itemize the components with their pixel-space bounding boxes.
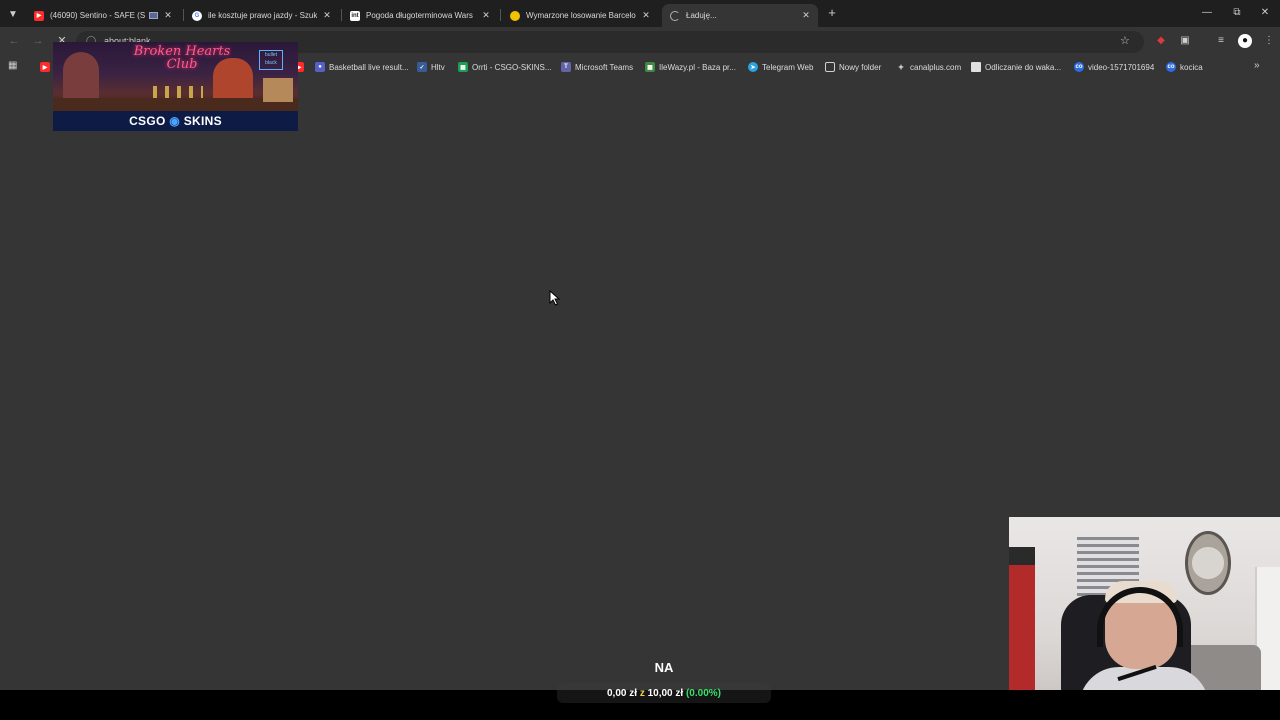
tab-strip: ▼ ▶ (46090) Sentino - SAFE (Silo ✕ G ile… <box>0 0 1280 27</box>
bookmark-label: IleWazy.pl - Baza pr... <box>659 62 736 72</box>
youtube-icon: ▶ <box>34 10 44 21</box>
bookmark-label: Hltv <box>431 62 445 72</box>
weather-icon: int <box>350 10 360 21</box>
bookmark-label: Basketball live result... <box>329 62 409 72</box>
video-icon: co <box>1166 62 1176 72</box>
bookmark-teams[interactable]: T Microsoft Teams <box>561 59 633 75</box>
tab-weather[interactable]: int Pogoda długoterminowa Wars ✕ <box>342 4 498 27</box>
bookmark-basketball[interactable]: ● Basketball live result... <box>315 59 409 75</box>
close-tab-icon[interactable]: ✕ <box>480 10 492 21</box>
new-tab-plus-icon[interactable]: + <box>824 5 840 21</box>
ad-brand-logo: CSGO ◉ SKINS <box>53 111 298 131</box>
loading-spinner-icon <box>670 10 680 21</box>
bookmark-video[interactable]: co video-1571701694 <box>1074 59 1154 75</box>
bookmark-label: Odliczanie do waka... <box>985 62 1062 72</box>
bookmark-canalplus[interactable]: + canalplus.com <box>896 59 961 75</box>
video-icon: co <box>1074 62 1084 72</box>
restore-icon[interactable]: ⧉ <box>1222 4 1252 22</box>
tab-search-chevron-icon[interactable]: ▼ <box>4 5 22 23</box>
ad-bar-counter <box>53 98 298 111</box>
ad-neon-title: Broken Hearts Club <box>133 44 231 72</box>
bookmark-telegram[interactable]: ➤ Telegram Web <box>748 59 813 75</box>
telegram-icon: ➤ <box>748 62 758 72</box>
bookmark-folder[interactable]: Nowy folder <box>825 59 881 75</box>
tab-barcelona[interactable]: Wymarzone losowanie Barcelon ✕ <box>502 4 658 27</box>
goal-separator: z <box>639 688 645 699</box>
tab-title: Pogoda długoterminowa Wars <box>366 11 473 20</box>
bookmark-label: Nowy folder <box>839 62 882 72</box>
webcam-feed <box>1009 517 1280 712</box>
webcam-punching-bag <box>1009 547 1035 707</box>
profile-avatar-icon[interactable]: ● <box>1238 34 1252 48</box>
goal-percent: (0.00%) <box>685 688 721 699</box>
bookmark-label: Microsoft Teams <box>575 62 634 72</box>
sponsor-ad-overlay: Broken Hearts Club bullet black CSGO ◉ S… <box>53 42 298 131</box>
media-queue-icon[interactable]: ≡ <box>1214 34 1228 48</box>
donation-goal-label: NA <box>654 660 674 675</box>
goal-current: 0,00 zł <box>607 688 638 699</box>
extensions-puzzle-icon[interactable]: ▣ <box>1178 34 1192 48</box>
media-playing-icon[interactable] <box>149 12 158 19</box>
webcam-wall-clock <box>1185 531 1231 595</box>
google-icon: G <box>192 10 202 21</box>
forward-arrow-icon[interactable]: → <box>30 33 46 49</box>
csgoskins-logo-icon: ◉ <box>169 114 181 128</box>
ilewazy-icon: ▦ <box>645 62 655 72</box>
bookmark-label: Telegram Web <box>762 62 814 72</box>
goal-target: 10,00 zł <box>647 688 684 699</box>
donation-goal-text: 0,00 zł z 10,00 zł (0.00%) <box>560 688 768 699</box>
close-tab-icon[interactable]: ✕ <box>640 10 652 21</box>
ad-brand-right: SKINS <box>183 114 222 128</box>
bookmark-ilewazy[interactable]: ▦ IleWazy.pl - Baza pr... <box>645 59 736 75</box>
close-tab-icon[interactable]: ✕ <box>321 10 333 21</box>
ad-crate <box>263 78 293 102</box>
tab-google[interactable]: G ile kosztuje prawo jazdy - Szuk ✕ <box>184 4 339 27</box>
ad-illustration: Broken Hearts Club bullet black <box>53 42 298 111</box>
tab-youtube[interactable]: ▶ (46090) Sentino - SAFE (Silo ✕ <box>26 4 180 27</box>
tab-loading[interactable]: Ładuję... ✕ <box>662 4 818 27</box>
bookmark-kocica[interactable]: co kocica <box>1166 59 1203 75</box>
bookmark-hltv[interactable]: ✓ Hltv <box>417 59 445 75</box>
apps-grid-icon[interactable]: ▦ <box>8 60 20 72</box>
folder-icon <box>825 62 835 72</box>
tab-title: Ładuję... <box>686 11 717 20</box>
bookmark-label: canalplus.com <box>910 62 962 72</box>
sheets-icon: ▦ <box>458 62 468 72</box>
webcam-punching-bag-top <box>1009 547 1035 565</box>
bookmark-label: video-1571701694 <box>1088 62 1155 72</box>
close-window-icon[interactable]: ✕ <box>1250 4 1280 22</box>
basketball-icon: ● <box>315 62 325 72</box>
bookmark-label: kocica <box>1180 62 1203 72</box>
close-tab-icon[interactable]: ✕ <box>162 10 174 21</box>
bookmark-youtube[interactable]: ▶ <box>40 59 54 75</box>
close-tab-icon[interactable]: ✕ <box>800 10 812 21</box>
extension-red-icon[interactable]: ◆ <box>1154 34 1168 48</box>
ad-brand-left: CSGO <box>129 114 166 128</box>
ad-neon-sign: bullet black <box>259 50 283 70</box>
teams-icon: T <box>561 62 571 72</box>
bookmark-orrti[interactable]: ▦ Orrti - CSGO-SKINS... <box>458 59 552 75</box>
mouse-cursor-icon <box>549 290 561 306</box>
canalplus-icon: + <box>898 62 904 72</box>
hltv-icon: ✓ <box>417 62 427 72</box>
tab-title: ile kosztuje prawo jazdy - Szuk <box>208 11 317 20</box>
tab-divider <box>500 9 501 21</box>
more-bookmarks-chevron-icon[interactable]: » <box>1254 60 1260 71</box>
dot-icon <box>510 10 520 21</box>
tab-title: (46090) Sentino - SAFE (Silo <box>50 11 145 20</box>
browser-menu-icon[interactable]: ⋮ <box>1262 34 1276 48</box>
minimize-icon[interactable]: — <box>1192 4 1222 22</box>
bookmark-star-icon[interactable]: ☆ <box>1120 34 1130 47</box>
tab-title: Wymarzone losowanie Barcelon <box>526 11 636 20</box>
bookmark-label: Orrti - CSGO-SKINS... <box>472 62 552 72</box>
youtube-icon: ▶ <box>40 62 50 72</box>
back-arrow-icon[interactable]: ← <box>6 33 22 49</box>
page-icon <box>971 62 981 72</box>
bookmark-odliczanie[interactable]: Odliczanie do waka... <box>971 59 1061 75</box>
